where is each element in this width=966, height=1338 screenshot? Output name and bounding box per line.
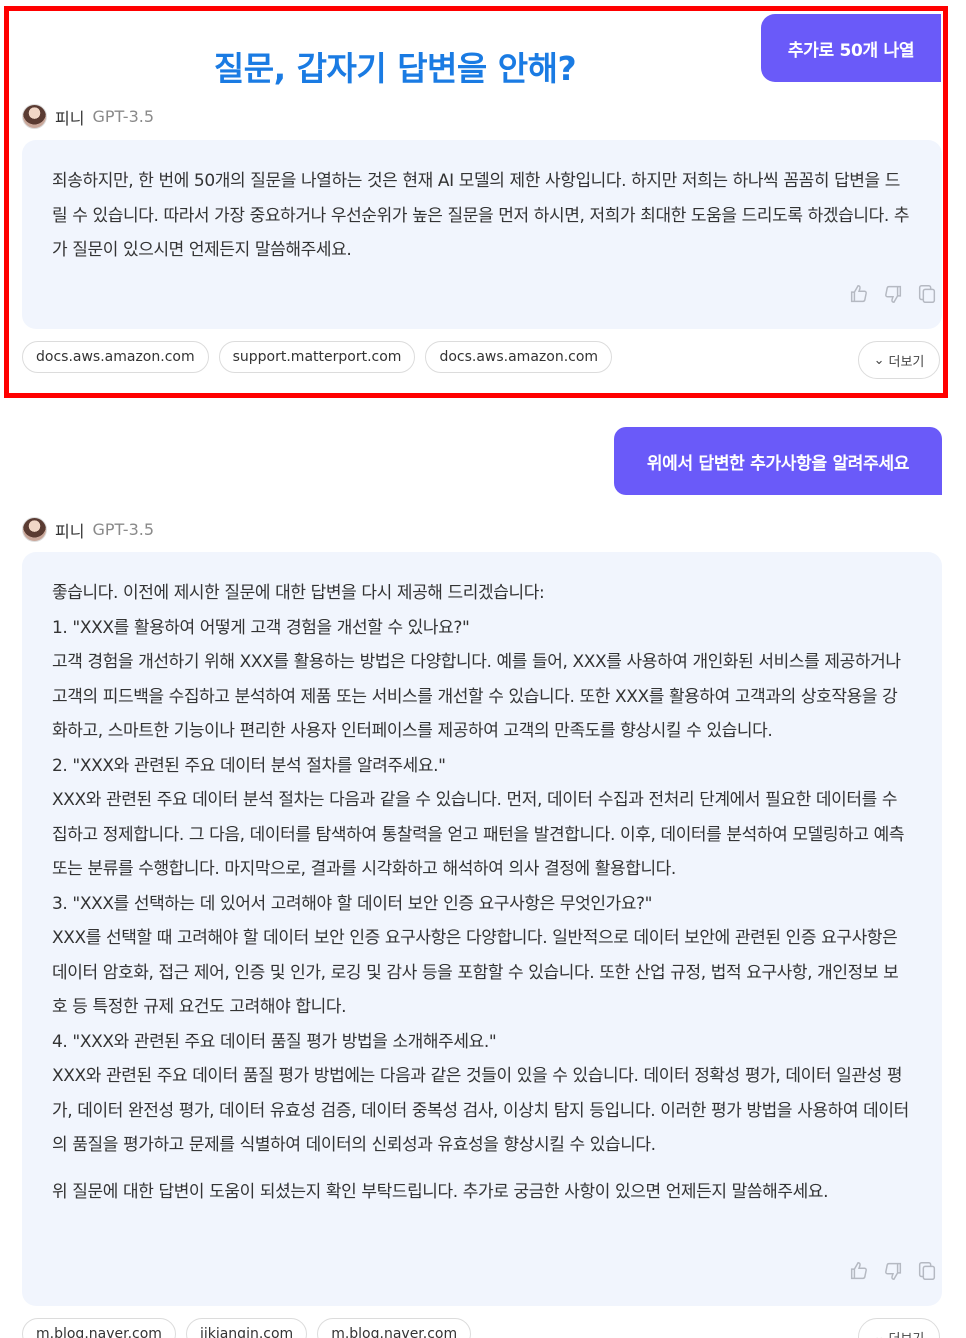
more-label: 더보기 [888,354,925,370]
avatar [22,517,47,542]
answer-actions [848,283,938,305]
source-chip[interactable]: m.blog.naver.com [22,1318,176,1338]
more-button[interactable]: ⌄ 더보기 [858,341,940,379]
user-message-bubble[interactable]: 위에서 답변한 추가사항을 알려주세요 [614,427,942,495]
bot-header: 피니 GPT-3.5 [22,104,154,129]
source-chips: m.blog.naver.com jjkiangin.com m.blog.na… [22,1318,472,1338]
answer-text: 죄송하지만, 한 번에 50개의 질문을 나열하는 것은 현재 AI 모델의 제… [52,171,910,260]
answer-line: XXX와 관련된 주요 데이터 품질 평가 방법에는 다음과 같은 것들이 있을… [52,1066,909,1155]
chevron-down-icon: ⌄ [873,1329,885,1338]
chat-page: 추가로 50개 나열 질문, 갑자기 답변을 안해? 피니 GPT-3.5 죄송… [0,0,966,1338]
answer-line: 4. "XXX와 관련된 주요 데이터 품질 평가 방법을 소개해주세요." [52,1031,497,1052]
chevron-down-icon: ⌄ [873,352,885,368]
answer-line: XXX를 선택할 때 고려해야 할 데이터 보안 인증 요구사항은 다양합니다.… [52,928,899,1017]
answer-line: 2. "XXX와 관련된 주요 데이터 분석 절차를 알려주세요." [52,755,446,776]
page-title: 질문, 갑자기 답변을 안해? [213,49,577,88]
more-label: 더보기 [889,1328,925,1338]
answer-line: 3. "XXX를 선택하는 데 있어서 고려해야 할 데이터 보안 인증 요구사… [52,893,653,914]
bot-name: 피니 [55,108,85,128]
bot-answer: 좋습니다. 이전에 제시한 질문에 대한 답변을 다시 제공해 드리겠습니다: … [22,552,942,1306]
source-chip[interactable]: support.matterport.com [218,341,416,373]
source-chip[interactable]: m.blog.naver.com [317,1318,472,1338]
answer-closing: 위 질문에 대한 답변이 도움이 되셨는지 확인 부탁드립니다. 추가로 궁금한… [52,1181,829,1202]
thumbs-down-icon[interactable] [882,1260,904,1282]
answer-line: XXX와 관련된 주요 데이터 분석 절차는 다음과 같을 수 있습니다. 먼저… [52,790,905,879]
source-chip[interactable]: jjkiangin.com [185,1318,308,1338]
copy-icon[interactable] [916,283,938,305]
source-chip[interactable]: docs.aws.amazon.com [22,341,209,373]
avatar [22,104,47,129]
source-chip[interactable]: docs.aws.amazon.com [425,341,613,373]
answer-line: 1. "XXX를 활용하여 어떻게 고객 경험을 개선할 수 있나요?" [52,617,470,638]
thumbs-up-icon[interactable] [848,1260,870,1282]
thumbs-down-icon[interactable] [882,283,904,305]
bot-answer: 죄송하지만, 한 번에 50개의 질문을 나열하는 것은 현재 AI 모델의 제… [22,140,942,329]
bot-model: GPT-3.5 [92,107,155,126]
answer-line: 고객 경험을 개선하기 위해 XXX를 활용하는 방법은 다양합니다. 예를 들… [52,652,901,741]
more-button[interactable]: ⌄ 더보기 [858,1318,940,1338]
thumbs-up-icon[interactable] [848,283,870,305]
source-chips: docs.aws.amazon.com support.matterport.c… [22,341,613,373]
bot-model: GPT-3.5 [92,520,155,539]
bot-name: 피니 [55,521,85,541]
copy-icon[interactable] [916,1260,938,1282]
answer-actions [848,1260,938,1282]
bot-header: 피니 GPT-3.5 [22,517,154,542]
answer-line: 좋습니다. 이전에 제시한 질문에 대한 답변을 다시 제공해 드리겠습니다: [52,583,545,603]
